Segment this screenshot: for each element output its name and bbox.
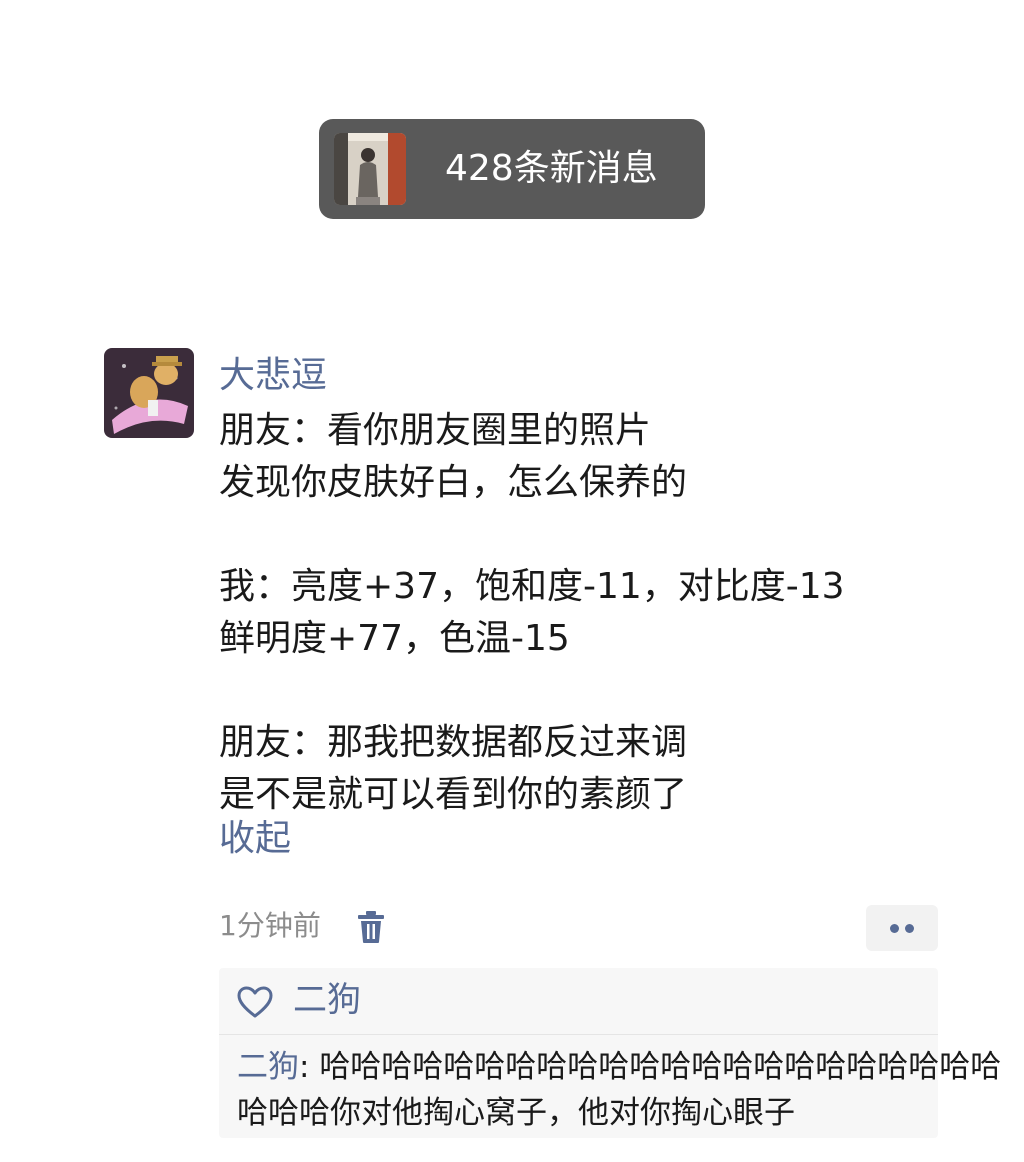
new-messages-count: 428条新消息 — [445, 148, 658, 189]
more-dots-icon[interactable] — [866, 905, 938, 951]
post-line: 我：亮度+37，饱和度-11，对比度-13 — [219, 566, 845, 607]
comment-line: 二狗: 哈哈哈哈哈哈哈哈哈哈哈哈哈哈哈哈哈哈哈哈哈哈 — [237, 1044, 1001, 1090]
comment-text: 哈哈哈你对他掏心窝子，他对你掏心眼子 — [237, 1095, 795, 1131]
author-name[interactable]: 大悲逗 — [219, 352, 327, 400]
person-photo-thumbnail — [334, 133, 406, 205]
more-dot — [890, 924, 899, 933]
post-line: 发现你皮肤好白，怎么保养的 — [219, 462, 688, 503]
comment-separator: : — [299, 1049, 320, 1085]
new-messages-pill[interactable]: 428条新消息 — [319, 119, 705, 219]
likes-row: 二狗 — [219, 968, 938, 1035]
post-timestamp: 1分钟前 — [219, 909, 321, 942]
post-content: 朋友：看你朋友圈里的照片 发现你皮肤好白，怎么保养的 我：亮度+37，饱和度-1… — [219, 405, 939, 821]
comment-item[interactable]: 二狗: 哈哈哈哈哈哈哈哈哈哈哈哈哈哈哈哈哈哈哈哈哈哈 哈哈哈你对他掏心窝子，他对… — [237, 1044, 1001, 1136]
post-line-blank — [219, 509, 939, 561]
post-line: 是不是就可以看到你的素颜了 — [219, 774, 688, 815]
collapse-link[interactable]: 收起 — [219, 813, 291, 865]
comment-text: 哈哈哈哈哈哈哈哈哈哈哈哈哈哈哈哈哈哈哈哈哈哈 — [319, 1049, 1002, 1085]
author-avatar[interactable] — [104, 348, 194, 438]
interactions-panel: 二狗 二狗: 哈哈哈哈哈哈哈哈哈哈哈哈哈哈哈哈哈哈哈哈哈哈 哈哈哈你对他掏心窝子… — [219, 968, 1001, 1138]
post-line: 鲜明度+77，色温-15 — [219, 618, 570, 659]
post-line-blank — [219, 665, 939, 717]
likes-name[interactable]: 二狗 — [293, 976, 361, 1024]
trash-icon[interactable] — [356, 910, 386, 944]
comment-line: 哈哈哈你对他掏心窝子，他对你掏心眼子 — [237, 1090, 927, 1136]
post-line: 朋友：看你朋友圈里的照片 — [219, 410, 652, 451]
post-line: 朋友：那我把数据都反过来调 — [219, 722, 688, 763]
comment-author[interactable]: 二狗 — [237, 1049, 299, 1085]
heart-icon — [237, 986, 273, 1018]
more-dot — [905, 924, 914, 933]
